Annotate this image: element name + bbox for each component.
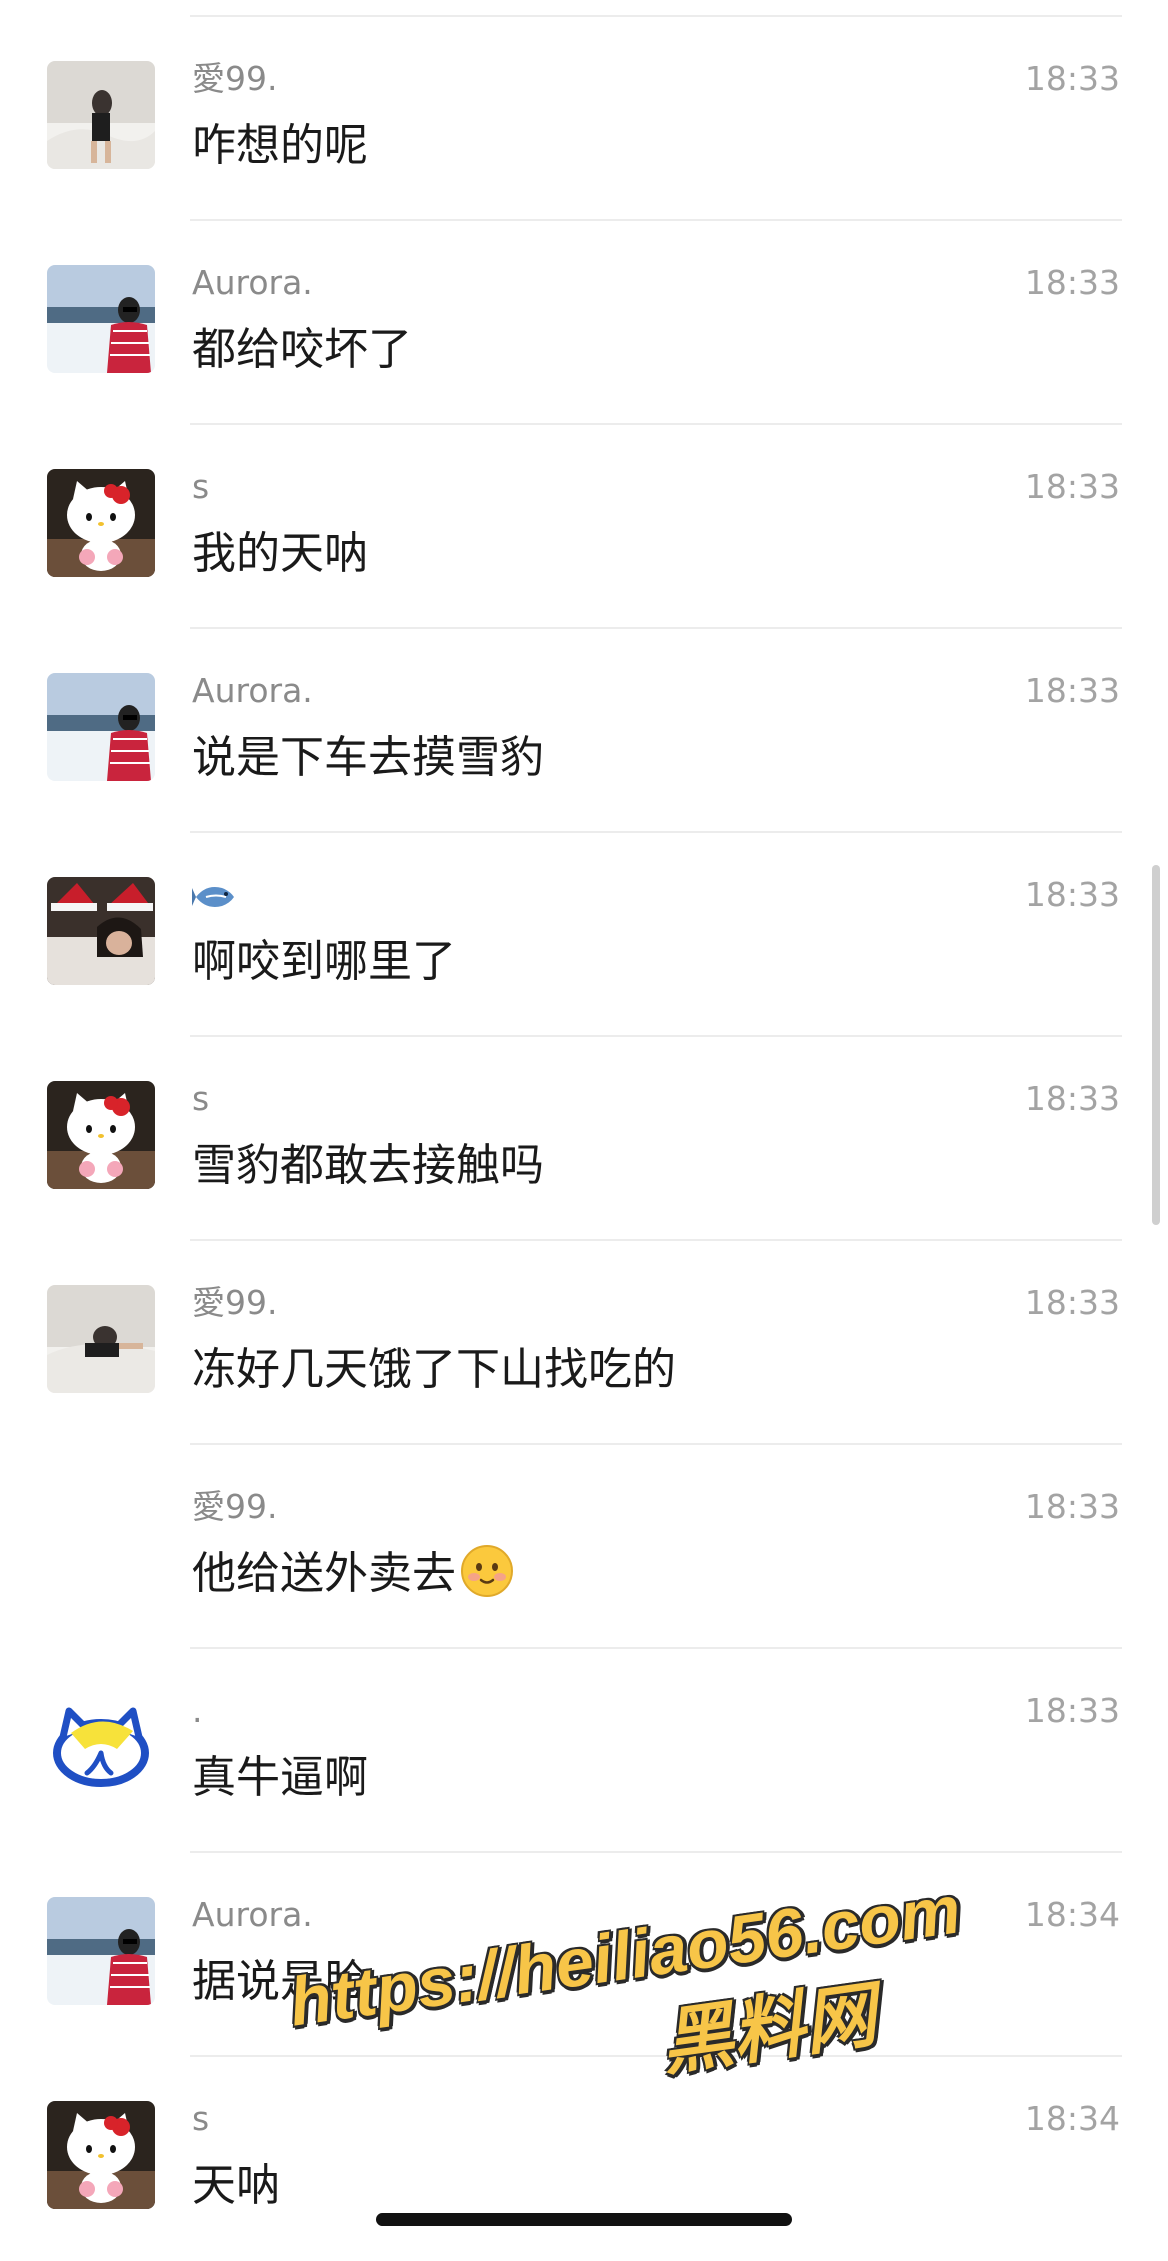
home-indicator[interactable] [376,2213,792,2226]
sender-name [192,873,236,917]
message-time: 18:33 [1024,1079,1120,1118]
message-row[interactable]: Aurora. 18:33 说是下车去摸雪豹 [0,629,1168,833]
sender-name: 愛99. [192,1487,278,1526]
avatar-cartoon-cat[interactable] [47,1693,155,1801]
sender-name: . [192,1691,203,1730]
avatar-photo-woman-snow[interactable] [47,265,155,373]
sender-name: Aurora. [192,671,313,710]
message-row[interactable]: . 18:33 真牛逼啊 [0,1649,1168,1853]
message-time: 18:34 [1024,1895,1120,1934]
message-text: 他给送外卖去 [192,1543,514,1605]
message-text: 雪豹都敢去接触吗 [192,1140,544,1191]
message-row[interactable]: s 18:34 天呐 [0,2057,1168,2261]
avatar-photo-woman-bed[interactable] [47,61,155,169]
avatar-hello-kitty[interactable] [47,469,155,577]
message-time: 18:33 [1024,671,1120,710]
chat-message-list[interactable]: 愛99. 18:33 咋想的呢 Aurora. 18:33 都给咬坏了 s 18… [0,17,1168,2261]
sender-name: s [192,2099,210,2138]
message-time: 18:33 [1024,1691,1120,1730]
message-time: 18:33 [1024,59,1120,98]
sender-name: s [192,1079,210,1118]
message-text: 天呐 [192,2160,280,2211]
message-text: 咋想的呢 [192,120,368,171]
message-text: 我的天呐 [192,528,368,579]
message-time: 18:33 [1024,1487,1120,1526]
message-text: 真牛逼啊 [192,1752,368,1803]
message-time: 18:33 [1024,1283,1120,1322]
fish-icon [192,886,234,907]
message-row[interactable]: 愛99. 18:33 他给送外卖去 [0,1445,1168,1649]
avatar-photo-woman-snow[interactable] [47,673,155,781]
message-text: 冻好几天饿了下山找吃的 [192,1344,676,1395]
smiling-face-icon [461,1545,513,1597]
sender-name: s [192,467,210,506]
message-text: 据说是脸 [192,1956,368,2007]
message-time: 18:33 [1024,263,1120,302]
message-text: 啊咬到哪里了 [192,936,456,987]
message-text-content: 他给送外卖去 [192,1548,456,1599]
sender-name: 愛99. [192,1283,278,1322]
sender-name: 愛99. [192,59,278,98]
message-text: 说是下车去摸雪豹 [192,732,544,783]
message-row[interactable]: Aurora. 18:33 都给咬坏了 [0,221,1168,425]
message-row[interactable]: 愛99. 18:33 冻好几天饿了下山找吃的 [0,1241,1168,1445]
scrollbar[interactable] [1152,865,1160,1225]
message-row[interactable]: s 18:33 我的天呐 [0,425,1168,629]
message-row[interactable]: Aurora. 18:34 据说是脸 [0,1853,1168,2057]
message-text: 都给咬坏了 [192,324,412,375]
sender-name: Aurora. [192,263,313,302]
message-row[interactable]: 愛99. 18:33 咋想的呢 [0,17,1168,221]
message-time: 18:33 [1024,467,1120,506]
avatar-hello-kitty[interactable] [47,2101,155,2209]
avatar-photo-woman-bed[interactable] [47,1285,155,1393]
message-time: 18:34 [1024,2099,1120,2138]
sender-name: Aurora. [192,1895,313,1934]
avatar-hello-kitty[interactable] [47,1081,155,1189]
message-row[interactable]: 18:33 啊咬到哪里了 [0,833,1168,1037]
message-row[interactable]: s 18:33 雪豹都敢去接触吗 [0,1037,1168,1241]
avatar-photo-santa-hat[interactable] [47,877,155,985]
message-time: 18:33 [1024,875,1120,914]
avatar-photo-woman-snow[interactable] [47,1897,155,2005]
